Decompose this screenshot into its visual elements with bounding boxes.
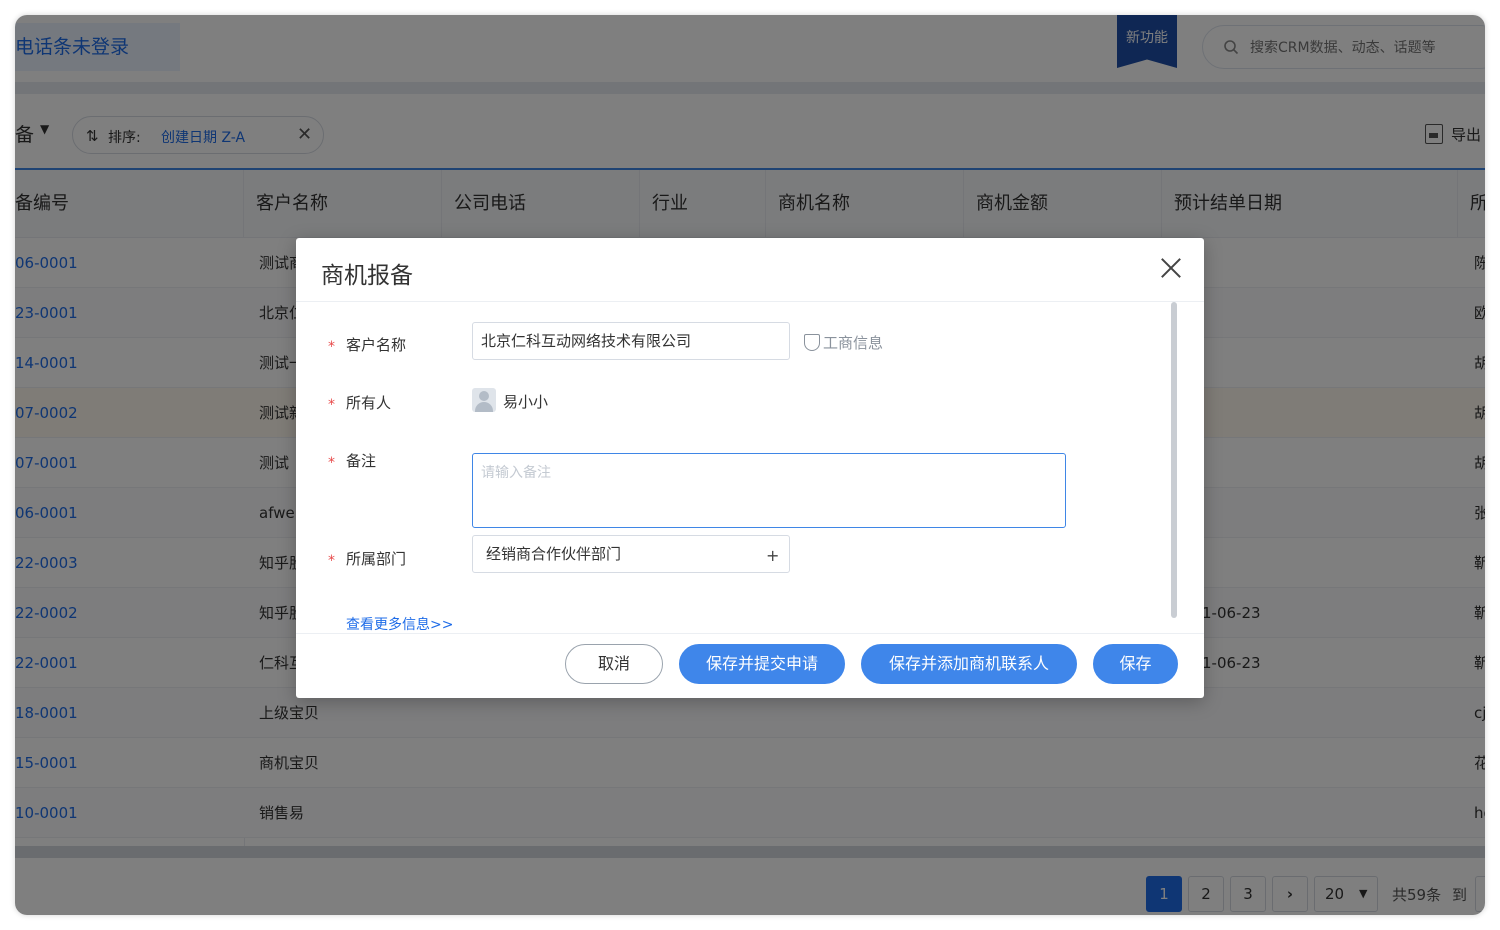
remark-label: 备注 — [346, 452, 377, 470]
close-icon[interactable] — [1158, 255, 1184, 281]
dialog-header-divider — [296, 301, 1204, 302]
business-info-link[interactable]: 工商信息 — [804, 332, 883, 353]
avatar — [472, 388, 496, 412]
save-button[interactable]: 保存 — [1093, 644, 1178, 684]
shield-icon — [804, 334, 820, 351]
customer-name-field[interactable]: 北京仁科互动网络技术有限公司 — [472, 322, 790, 360]
app-window: 电话条未登录 新功能 备 ▼ ⇅ 排序: 创建日期 Z-A ✕ 导出 备编号 客… — [15, 15, 1485, 915]
owner-label: 所有人 — [346, 394, 392, 412]
required-mark: * — [328, 455, 335, 471]
business-info-label: 工商信息 — [823, 334, 884, 352]
cancel-button[interactable]: 取消 — [565, 644, 663, 684]
opportunity-report-dialog: 商机报备 * 客户名称 北京仁科互动网络技术有限公司 工商信息 * 所有人 易小… — [296, 238, 1204, 698]
dialog-footer-divider — [296, 633, 1204, 634]
required-mark: * — [328, 339, 335, 355]
plus-icon[interactable]: + — [766, 546, 779, 565]
dialog-scrollbar[interactable] — [1171, 302, 1177, 618]
owner-name[interactable]: 易小小 — [503, 391, 548, 412]
required-mark: * — [328, 553, 335, 569]
department-field[interactable]: 经销商合作伙伴部门 — [472, 535, 790, 573]
save-and-submit-button[interactable]: 保存并提交申请 — [679, 644, 845, 684]
dialog-title: 商机报备 — [321, 263, 413, 289]
department-label: 所属部门 — [346, 550, 407, 568]
save-and-add-contact-button[interactable]: 保存并添加商机联系人 — [861, 644, 1077, 684]
more-info-link[interactable]: 查看更多信息>> — [346, 614, 453, 634]
required-mark: * — [328, 397, 335, 413]
remark-textarea[interactable] — [472, 453, 1066, 528]
customer-name-label: 客户名称 — [346, 336, 407, 354]
